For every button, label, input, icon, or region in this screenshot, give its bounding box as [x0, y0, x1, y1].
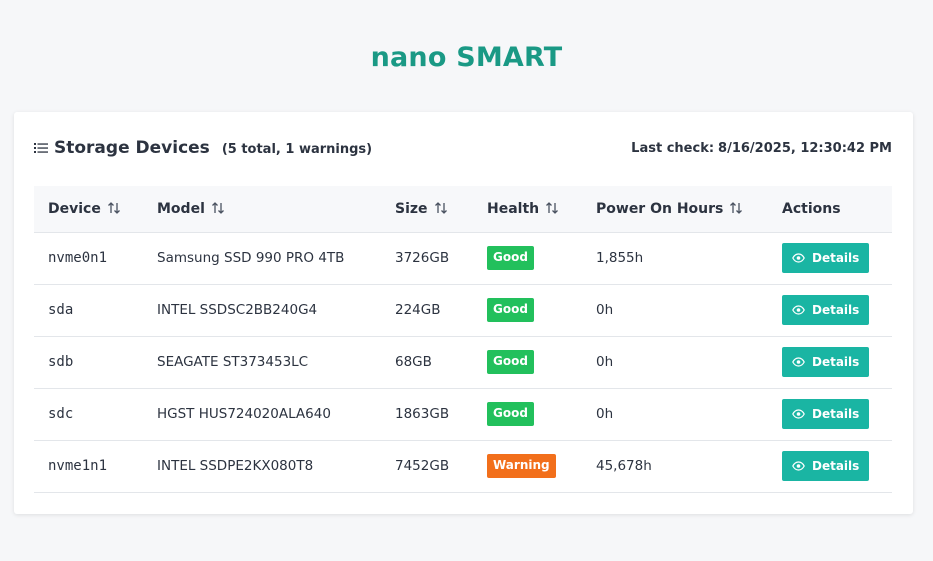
- health-badge: Warning: [487, 454, 556, 478]
- actions-cell: Details: [768, 336, 892, 389]
- table-row: nvme0n1 Samsung SSD 990 PRO 4TB 3726GB Good…: [34, 232, 892, 285]
- device-model: SEAGATE ST373453LC: [143, 336, 381, 389]
- power-on-hours: 0h: [582, 284, 768, 337]
- card-title: Storage Devices: [54, 138, 210, 158]
- device-model: HGST HUS724020ALA640: [143, 388, 381, 441]
- details-button-label: Details: [812, 251, 860, 265]
- table-row: sdc HGST HUS724020ALA640 1863GB Good 0h Detai…: [34, 388, 892, 441]
- column-header-label: Device: [48, 200, 101, 217]
- table-row: sda INTEL SSDSC2BB240G4 224GB Good 0h Details: [34, 284, 892, 337]
- column-header-label: Actions: [782, 200, 841, 217]
- table-row: sdb SEAGATE ST373453LC 68GB Good 0h Details: [34, 336, 892, 389]
- table-row: nvme1n1 INTEL SSDPE2KX080T8 7452GB Warning 4…: [34, 440, 892, 493]
- column-header-model[interactable]: Model: [143, 186, 381, 233]
- health-cell: Warning: [473, 440, 582, 493]
- details-button[interactable]: Details: [782, 399, 870, 429]
- power-on-hours: 0h: [582, 388, 768, 441]
- device-model: INTEL SSDSC2BB240G4: [143, 284, 381, 337]
- device-size: 224GB: [381, 284, 473, 337]
- last-check: Last check: 8/16/2025, 12:30:42 PM: [631, 141, 892, 156]
- card-header: Storage Devices (5 total, 1 warnings) La…: [34, 136, 892, 160]
- details-button[interactable]: Details: [782, 295, 870, 325]
- card-header-left: Storage Devices (5 total, 1 warnings): [34, 138, 372, 158]
- health-cell: Good: [473, 232, 582, 285]
- power-on-hours: 45,678h: [582, 440, 768, 493]
- health-badge: Good: [487, 350, 534, 374]
- details-button[interactable]: Details: [782, 347, 870, 377]
- eye-icon: [792, 253, 805, 263]
- eye-icon: [792, 461, 805, 471]
- eye-icon: [792, 409, 805, 419]
- table-header-row: Device Model Size Health Power On Hours Actio…: [34, 186, 892, 233]
- health-cell: Good: [473, 388, 582, 441]
- app-title: nano SMART: [370, 42, 563, 73]
- list-icon: [34, 143, 48, 153]
- device-model: INTEL SSDPE2KX080T8: [143, 440, 381, 493]
- sort-icon[interactable]: [211, 201, 225, 215]
- health-badge: Good: [487, 402, 534, 426]
- sort-icon[interactable]: [434, 201, 448, 215]
- sort-icon[interactable]: [107, 201, 121, 215]
- health-badge: Good: [487, 298, 534, 322]
- column-header-label: Health: [487, 200, 540, 217]
- column-header-size[interactable]: Size: [381, 186, 473, 233]
- storage-devices-card: Storage Devices (5 total, 1 warnings) La…: [14, 112, 913, 514]
- sort-icon[interactable]: [545, 201, 559, 215]
- device-name: sdb: [34, 336, 143, 389]
- last-check-label: Last check:: [631, 140, 715, 156]
- device-model: Samsung SSD 990 PRO 4TB: [143, 232, 381, 285]
- sort-icon[interactable]: [729, 201, 743, 215]
- device-name: sda: [34, 284, 143, 337]
- details-button-label: Details: [812, 355, 860, 369]
- power-on-hours: 1,855h: [582, 232, 768, 285]
- column-header-label: Size: [395, 200, 428, 217]
- health-badge: Good: [487, 246, 534, 270]
- details-button-label: Details: [812, 459, 860, 473]
- device-name: sdc: [34, 388, 143, 441]
- device-size: 3726GB: [381, 232, 473, 285]
- eye-icon: [792, 305, 805, 315]
- column-header-label: Model: [157, 200, 205, 217]
- device-name: nvme1n1: [34, 440, 143, 493]
- device-size: 7452GB: [381, 440, 473, 493]
- actions-cell: Details: [768, 232, 892, 285]
- details-button[interactable]: Details: [782, 243, 870, 273]
- device-count: (5 total, 1 warnings): [221, 142, 373, 157]
- actions-cell: Details: [768, 388, 892, 441]
- column-header-health[interactable]: Health: [473, 186, 582, 233]
- power-on-hours: 0h: [582, 336, 768, 389]
- device-size: 1863GB: [381, 388, 473, 441]
- details-button-label: Details: [812, 407, 860, 421]
- actions-cell: Details: [768, 284, 892, 337]
- column-header-device[interactable]: Device: [34, 186, 143, 233]
- column-header-label: Power On Hours: [596, 200, 724, 217]
- device-size: 68GB: [381, 336, 473, 389]
- actions-cell: Details: [768, 440, 892, 493]
- health-cell: Good: [473, 284, 582, 337]
- health-cell: Good: [473, 336, 582, 389]
- devices-table: Device Model Size Health Power On Hours Actio…: [34, 186, 892, 493]
- table-body: nvme0n1 Samsung SSD 990 PRO 4TB 3726GB Good…: [34, 232, 892, 493]
- device-name: nvme0n1: [34, 232, 143, 285]
- last-check-value: 8/16/2025, 12:30:42 PM: [718, 140, 892, 156]
- details-button[interactable]: Details: [782, 451, 870, 481]
- column-header-power-on-hours[interactable]: Power On Hours: [582, 186, 768, 233]
- column-header-actions: Actions: [768, 186, 892, 233]
- details-button-label: Details: [812, 303, 860, 317]
- eye-icon: [792, 357, 805, 367]
